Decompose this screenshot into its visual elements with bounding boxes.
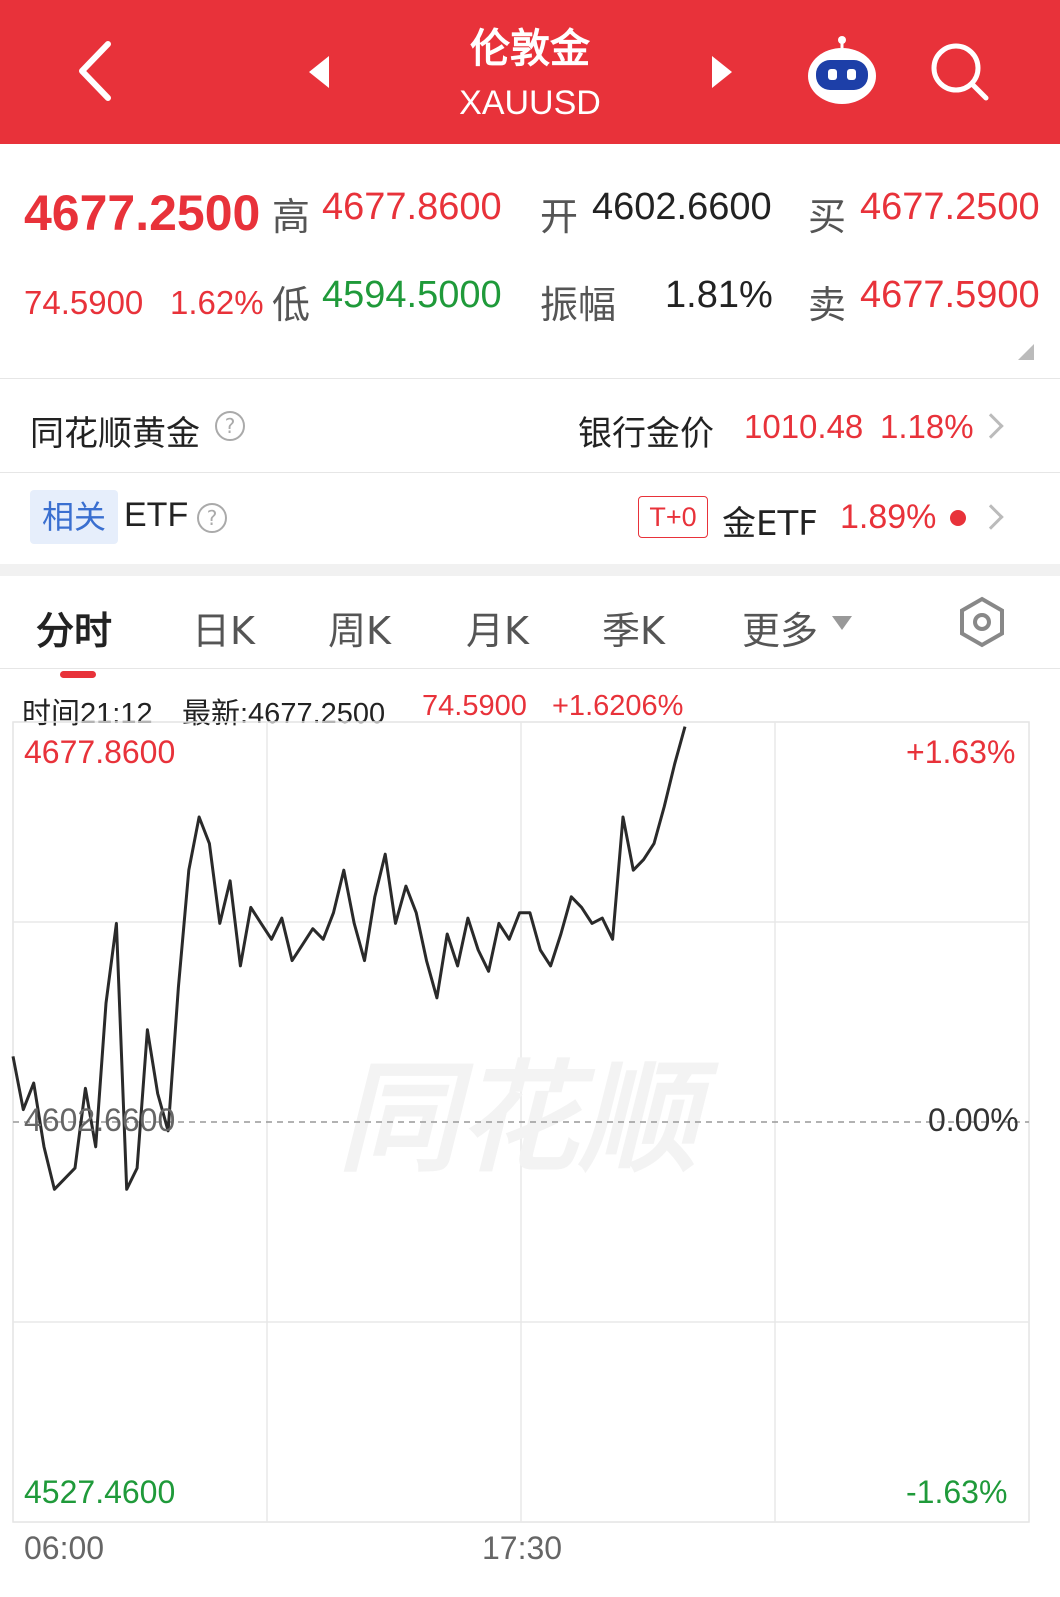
y-axis-mid-price: 4602.6600 (24, 1102, 176, 1138)
x-axis-start: 06:00 (24, 1530, 105, 1566)
intraday-chart[interactable]: 同花顺 (0, 0, 1060, 1597)
y-axis-bottom-price: 4527.4600 (24, 1474, 176, 1510)
y-axis-bottom-pct: -1.63% (906, 1474, 1008, 1510)
y-axis-top-pct: +1.63% (906, 734, 1016, 770)
y-axis-top-price: 4677.8600 (24, 734, 176, 770)
x-axis-mid: 17:30 (482, 1530, 563, 1566)
y-axis-mid-pct: 0.00% (928, 1102, 1019, 1138)
chart-watermark: 同花顺 (338, 1050, 719, 1189)
